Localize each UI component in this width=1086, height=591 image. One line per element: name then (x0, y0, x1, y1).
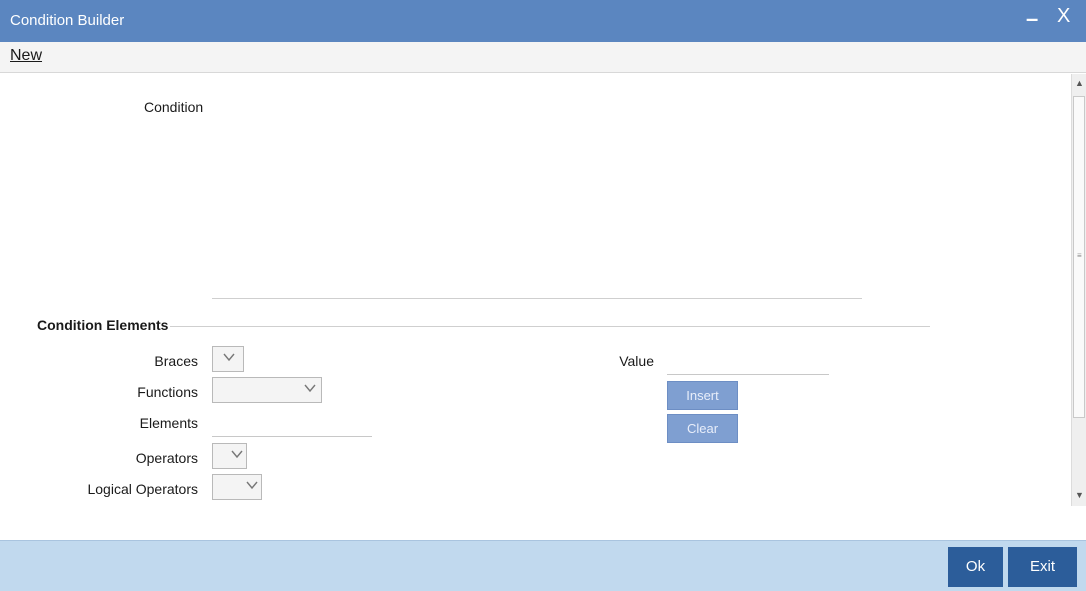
scroll-up-icon[interactable]: ▲ (1075, 78, 1084, 88)
menu-bar: New (0, 42, 1086, 73)
value-label: Value (619, 353, 654, 369)
elements-input[interactable] (212, 412, 372, 437)
operators-select[interactable] (212, 443, 247, 469)
insert-button[interactable]: Insert (667, 381, 738, 410)
value-input[interactable] (667, 350, 829, 375)
chevron-down-icon (231, 450, 243, 459)
window-title: Condition Builder (10, 12, 125, 29)
clear-button[interactable]: Clear (667, 414, 738, 443)
braces-select[interactable] (212, 346, 244, 372)
braces-label: Braces (154, 353, 198, 369)
ok-button[interactable]: Ok (948, 547, 1003, 587)
footer-bar: Ok Exit (0, 540, 1086, 591)
condition-elements-heading: Condition Elements (37, 317, 169, 333)
new-link[interactable]: New (10, 47, 42, 65)
functions-label: Functions (137, 384, 198, 400)
vertical-scrollbar[interactable]: ▲ ≡ ▼ (1071, 74, 1086, 506)
chevron-down-icon (304, 384, 316, 393)
logical-operators-select[interactable] (212, 474, 262, 500)
grip-icon: ≡ (1077, 251, 1082, 260)
functions-select[interactable] (212, 377, 322, 403)
scroll-down-icon[interactable]: ▼ (1075, 490, 1084, 500)
elements-label: Elements (139, 415, 198, 431)
title-bar: Condition Builder – X (0, 0, 1086, 42)
condition-label: Condition (144, 99, 204, 115)
logical-operators-label: Logical Operators (87, 481, 198, 497)
exit-button[interactable]: Exit (1008, 547, 1077, 587)
chevron-down-icon (246, 481, 258, 490)
close-icon[interactable]: X (1057, 5, 1070, 28)
operators-label: Operators (135, 450, 198, 466)
chevron-down-icon (223, 353, 235, 362)
minimize-icon[interactable]: – (1026, 6, 1038, 32)
condition-textarea[interactable] (212, 92, 862, 299)
section-divider (170, 326, 930, 327)
scrollbar-thumb[interactable]: ≡ (1073, 96, 1085, 418)
